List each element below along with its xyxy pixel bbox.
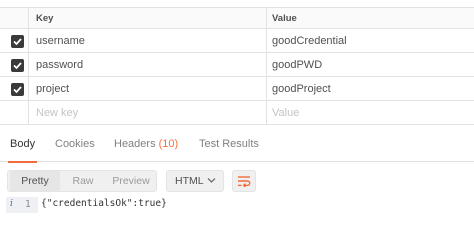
tab-headers-label: Headers [114, 138, 156, 150]
param-enabled-checkbox[interactable] [11, 59, 24, 72]
chevron-down-icon [207, 178, 216, 183]
param-enabled-checkbox[interactable] [11, 35, 24, 48]
wrap-lines-icon [238, 176, 251, 187]
view-mode-selector: Pretty Raw Preview [7, 170, 157, 192]
response-body-editor[interactable]: i 1 {"credentialsOk":true} [0, 197, 474, 213]
new-value-input[interactable]: Value [267, 101, 474, 124]
code-line: {"credentialsOk":true} [41, 198, 167, 209]
params-table: Key Value username goodCredential passwo… [0, 7, 474, 125]
tab-headers[interactable]: Headers (10) [114, 128, 178, 162]
param-row-password: password goodPWD [0, 53, 474, 77]
wrap-lines-button[interactable] [232, 170, 256, 192]
param-row-new: New key Value [0, 101, 474, 125]
param-key-input[interactable]: password [29, 53, 267, 76]
param-enabled-checkbox[interactable] [11, 83, 24, 96]
tab-cookies[interactable]: Cookies [55, 128, 95, 162]
key-column-header: Key [29, 8, 267, 28]
line-number: 1 [25, 199, 31, 210]
param-key-input[interactable]: username [29, 29, 267, 52]
param-row-username: username goodCredential [0, 29, 474, 53]
param-value-input[interactable]: goodProject [267, 77, 474, 100]
header-checkbox-cell [0, 8, 29, 28]
param-value-input[interactable]: goodPWD [267, 53, 474, 76]
pretty-button[interactable]: Pretty [10, 171, 60, 191]
tab-test-results[interactable]: Test Results [199, 128, 259, 162]
param-key-input[interactable]: project [29, 77, 267, 100]
param-value-input[interactable]: goodCredential [267, 29, 474, 52]
format-dropdown[interactable]: HTML [166, 170, 224, 192]
preview-button[interactable]: Preview [106, 171, 156, 191]
raw-button[interactable]: Raw [60, 171, 106, 191]
response-tabs: Body Cookies Headers (10) Test Results [0, 128, 474, 163]
value-column-header: Value [272, 13, 297, 24]
tab-body[interactable]: Body [7, 128, 38, 163]
new-key-input[interactable]: New key [29, 101, 267, 124]
line-gutter: i 1 [6, 197, 38, 213]
params-header-row: Key Value [0, 7, 474, 29]
param-row-project: project goodProject [0, 77, 474, 101]
response-toolbar: Pretty Raw Preview HTML [0, 162, 474, 197]
headers-count-badge: (10) [158, 138, 179, 150]
info-icon: i [10, 199, 13, 209]
format-dropdown-value: HTML [175, 175, 204, 187]
